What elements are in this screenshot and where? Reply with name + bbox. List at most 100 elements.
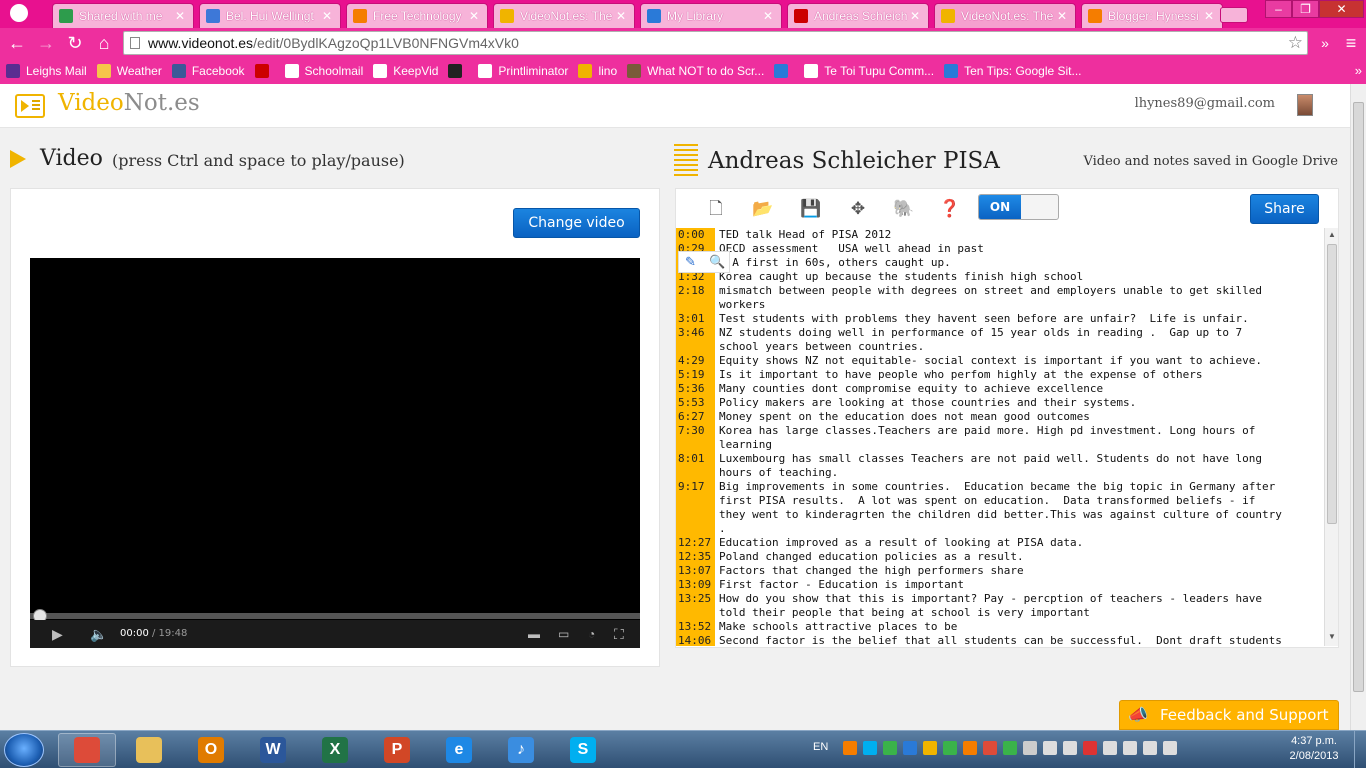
share-button[interactable]: Share xyxy=(1250,194,1319,224)
note-timestamp[interactable]: 13:52 xyxy=(678,620,715,634)
page-scrollbar[interactable] xyxy=(1350,84,1366,730)
note-text[interactable]: mismatch between people with degrees on … xyxy=(719,284,1317,312)
note-line[interactable]: 4:29 Equity shows NZ not equitable- socia… xyxy=(676,354,1324,368)
note-line[interactable]: 14:06 Second factor is the belief that al… xyxy=(676,634,1324,646)
close-window-button[interactable]: ✕ xyxy=(1319,0,1364,18)
back-icon[interactable]: ← xyxy=(6,32,28,54)
extension-icon[interactable]: » xyxy=(1314,32,1336,54)
note-timestamp[interactable]: 14:06 xyxy=(678,634,715,646)
tray-icon[interactable] xyxy=(1063,741,1077,755)
bookmark-item[interactable] xyxy=(448,64,468,78)
note-text[interactable]: Second factor is the belief that all stu… xyxy=(719,634,1317,646)
notes-scroll-thumb[interactable] xyxy=(1327,244,1337,524)
restore-button[interactable]: ❐ xyxy=(1292,0,1319,18)
start-button[interactable] xyxy=(4,733,44,767)
note-line[interactable]: 12:27 Education improved as a result of l… xyxy=(676,536,1324,550)
bookmarks-more-button[interactable]: » xyxy=(1355,63,1362,78)
note-line[interactable]: 13:52 Make schools attractive places to b… xyxy=(676,620,1324,634)
tab-close-icon[interactable]: ✕ xyxy=(908,9,922,23)
tray-icon[interactable] xyxy=(883,741,897,755)
open-folder-icon[interactable]: 📂 xyxy=(752,198,774,220)
note-line[interactable]: 6:27 Money spent on the education does no… xyxy=(676,410,1324,424)
volume-icon[interactable]: 🔈 xyxy=(90,626,107,642)
new-tab-button[interactable] xyxy=(1220,7,1248,23)
taskbar-app-excel[interactable]: X xyxy=(306,733,364,767)
note-timestamp[interactable]: 7:30 xyxy=(678,424,715,438)
tray-icon[interactable] xyxy=(843,741,857,755)
note-text[interactable]: Policy makers are looking at those count… xyxy=(719,396,1317,410)
note-text[interactable]: Poland changed education policies as a r… xyxy=(719,550,1317,564)
change-video-button[interactable]: Change video xyxy=(513,208,640,238)
note-line[interactable]: 8:01 Luxembourg has small classes Teacher… xyxy=(676,452,1324,480)
taskbar-app-explorer[interactable] xyxy=(120,733,178,767)
note-timestamp[interactable]: 6:27 xyxy=(678,410,715,424)
minimize-button[interactable]: – xyxy=(1265,0,1292,18)
captions-icon[interactable]: ▬ xyxy=(528,626,540,642)
tab-close-icon[interactable]: ✕ xyxy=(614,9,628,23)
bookmark-item[interactable] xyxy=(774,64,794,78)
play-icon[interactable]: ▶ xyxy=(52,626,63,642)
browser-tab[interactable]: Blogger: Hynessi ✕ xyxy=(1081,3,1223,28)
tray-icon[interactable] xyxy=(1023,741,1037,755)
taskbar-app-internet-explorer[interactable]: e xyxy=(430,733,488,767)
taskbar-app-powerpoint[interactable]: P xyxy=(368,733,426,767)
note-text[interactable]: Korea caught up because the students fin… xyxy=(719,270,1317,284)
note-text[interactable]: First factor - Education is important xyxy=(719,578,1317,592)
notes-editor[interactable]: 0:00 TED talk Head of PISA 2012 0:29 OECD a… xyxy=(676,228,1324,646)
video-player[interactable]: ▶ 🔈 00:00 / 19:48 ▬ ▭ ◔ ⛶ xyxy=(30,258,640,648)
note-line[interactable]: 2:18 mismatch between people with degrees… xyxy=(676,284,1324,312)
note-line[interactable]: 0:29 OECD assessment USA well ahead in pa… xyxy=(676,242,1324,256)
videonotes-logo-icon[interactable] xyxy=(15,94,45,118)
scroll-down-icon[interactable]: ▼ xyxy=(1327,632,1337,642)
bookmark-item[interactable]: Te Toi Tupu Comm... xyxy=(804,64,934,78)
note-timestamp[interactable]: 13:07 xyxy=(678,564,715,578)
bookmark-item[interactable] xyxy=(254,64,275,78)
tab-close-icon[interactable]: ✕ xyxy=(320,9,334,23)
bookmark-item[interactable]: Printliminator xyxy=(478,64,568,78)
note-line[interactable]: 9:17 Big improvements in some countries. … xyxy=(676,480,1324,536)
bookmark-item[interactable]: lino xyxy=(578,64,617,78)
note-line[interactable]: 0:00 TED talk Head of PISA 2012 xyxy=(676,228,1324,242)
user-email[interactable]: lhynes89@gmail.com xyxy=(1135,96,1275,111)
note-timestamp[interactable]: 13:09 xyxy=(678,578,715,592)
note-timestamp[interactable]: 9:17 xyxy=(678,480,715,494)
tray-icon[interactable] xyxy=(1103,741,1117,755)
note-timestamp[interactable]: 5:36 xyxy=(678,382,715,396)
browser-tab[interactable]: Free Technology ✕ xyxy=(346,3,488,28)
tray-icon[interactable] xyxy=(943,741,957,755)
note-timestamp[interactable]: 12:35 xyxy=(678,550,715,564)
tab-close-icon[interactable]: ✕ xyxy=(761,9,775,23)
app-logo[interactable]: VideoNot.es xyxy=(58,90,200,116)
bookmark-item[interactable]: Weather xyxy=(96,64,162,78)
browser-tab[interactable]: Bel. Hui Wellingt ✕ xyxy=(199,3,341,28)
note-line[interactable]: 5:53 Policy makers are looking at those c… xyxy=(676,396,1324,410)
home-icon[interactable]: ⌂ xyxy=(93,32,115,54)
note-text[interactable]: Money spent on the education does not me… xyxy=(719,410,1317,424)
page-scroll-thumb[interactable] xyxy=(1353,102,1364,692)
bookmark-item[interactable]: What NOT to do Scr... xyxy=(627,64,764,78)
scroll-up-icon[interactable]: ▲ xyxy=(1327,230,1337,240)
note-timestamp[interactable]: 13:25 xyxy=(678,592,715,606)
tray-icon[interactable] xyxy=(963,741,977,755)
note-text[interactable]: Luxembourg has small classes Teachers ar… xyxy=(719,452,1317,480)
note-timestamp[interactable]: 3:46 xyxy=(678,326,715,340)
note-timestamp[interactable]: 8:01 xyxy=(678,452,715,466)
tray-icon[interactable] xyxy=(863,741,877,755)
new-file-icon[interactable]: 🗋 xyxy=(705,198,727,220)
feedback-button[interactable]: 📣 Feedback and Support xyxy=(1119,700,1339,730)
tray-icon[interactable] xyxy=(1163,741,1177,755)
note-timestamp[interactable]: 5:19 xyxy=(678,368,715,382)
tray-icon[interactable] xyxy=(983,741,997,755)
bookmark-item[interactable]: Ten Tips: Google Sit... xyxy=(944,64,1082,78)
note-line[interactable]: 13:07 Factors that changed the high perfo… xyxy=(676,564,1324,578)
note-text[interactable]: A first in 60s, others caught up. xyxy=(719,256,1317,270)
note-line[interactable]: A first in 60s, others caught up. xyxy=(676,256,1324,270)
fullscreen-icon[interactable]: ⛶ xyxy=(614,626,624,642)
note-line[interactable]: 3:46 NZ students doing well in performanc… xyxy=(676,326,1324,354)
tray-icon[interactable] xyxy=(1043,741,1057,755)
note-text[interactable]: TED talk Head of PISA 2012 xyxy=(719,228,1317,242)
browser-tab[interactable]: My Library ✕ xyxy=(640,3,782,28)
note-timestamp[interactable]: 12:27 xyxy=(678,536,715,550)
note-line[interactable]: 12:35 Poland changed education policies a… xyxy=(676,550,1324,564)
note-text[interactable]: Is it important to have people who perfo… xyxy=(719,368,1317,382)
